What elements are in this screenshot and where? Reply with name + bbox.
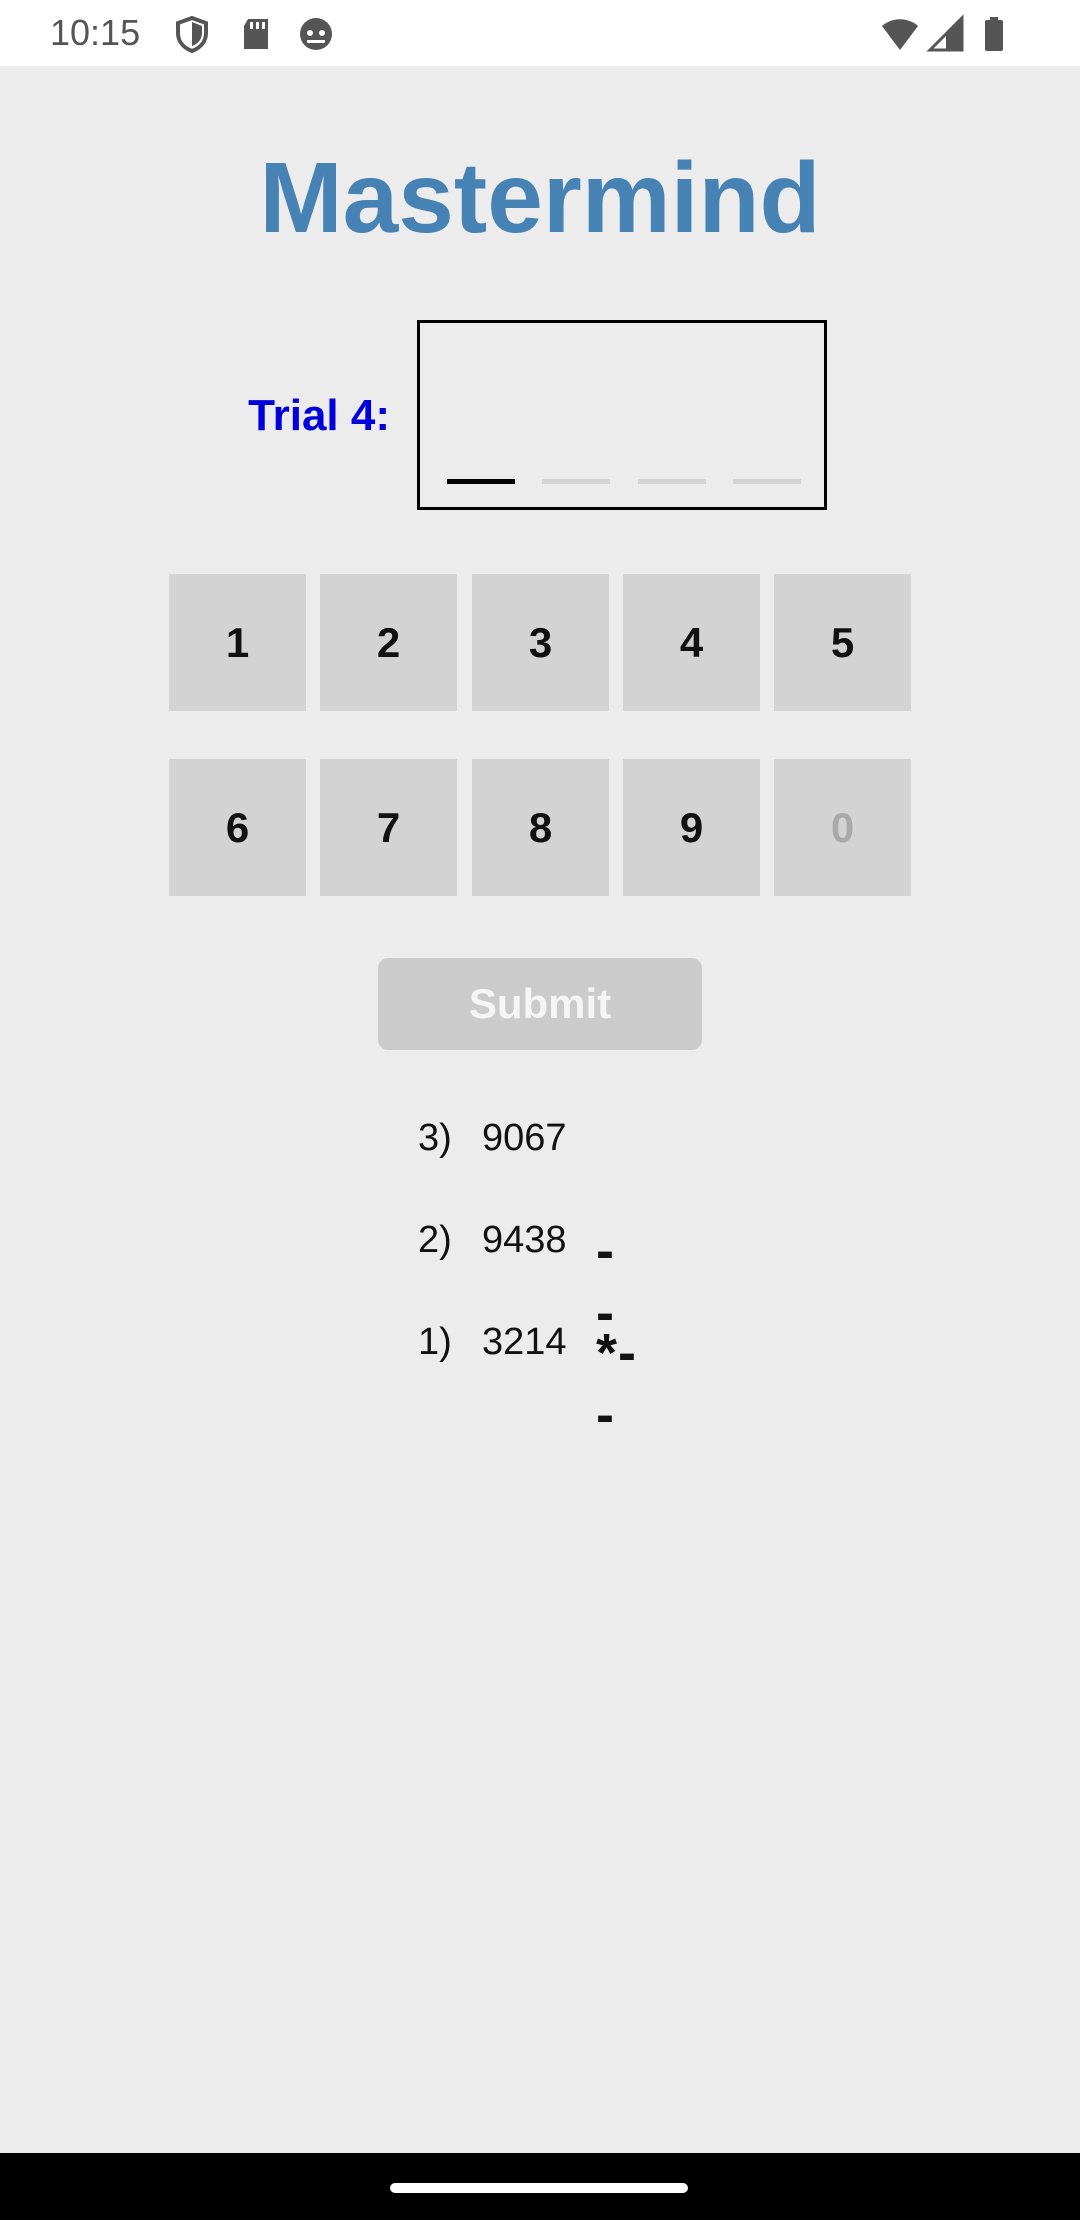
status-time: 10:15: [50, 12, 141, 53]
guess-slot-2: [542, 479, 610, 484]
key-3-button[interactable]: 3: [472, 574, 609, 711]
key-4-button[interactable]: 4: [623, 574, 760, 711]
key-6-button[interactable]: 6: [169, 759, 306, 896]
history-guess: 9438: [482, 1219, 567, 1261]
app-title: Mastermind: [259, 142, 821, 254]
key-0-button[interactable]: 0: [774, 759, 911, 896]
guess-slot-1: [447, 479, 515, 484]
shield-icon: [176, 15, 208, 54]
key-7-button[interactable]: 7: [320, 759, 457, 896]
history-index: 2): [418, 1219, 452, 1261]
sd-card-icon: [244, 19, 268, 49]
key-5-button[interactable]: 5: [774, 574, 911, 711]
submit-button[interactable]: Submit: [378, 958, 702, 1050]
history-index: 1): [418, 1321, 452, 1363]
key-8-button[interactable]: 8: [472, 759, 609, 896]
cell-signal-icon: [926, 14, 964, 52]
key-9-button[interactable]: 9: [623, 759, 760, 896]
guess-input-box[interactable]: [417, 320, 827, 510]
guess-slot-4: [733, 479, 801, 484]
history-feedback: *--: [596, 1323, 637, 1445]
history-guess: 9067: [482, 1117, 567, 1159]
wifi-icon: [882, 19, 918, 50]
key-1-button[interactable]: 1: [169, 574, 306, 711]
trial-label: Trial 4:: [248, 391, 390, 440]
history-guess: 3214: [482, 1321, 567, 1363]
key-2-button[interactable]: 2: [320, 574, 457, 711]
guess-slot-3: [638, 479, 706, 484]
battery-icon: [985, 17, 1003, 51]
android-debug-icon: [300, 18, 332, 50]
status-bar: 10:15: [0, 0, 1080, 66]
history-index: 3): [418, 1117, 452, 1159]
home-gesture-handle[interactable]: [390, 2183, 688, 2193]
navigation-bar: [0, 2153, 1080, 2220]
